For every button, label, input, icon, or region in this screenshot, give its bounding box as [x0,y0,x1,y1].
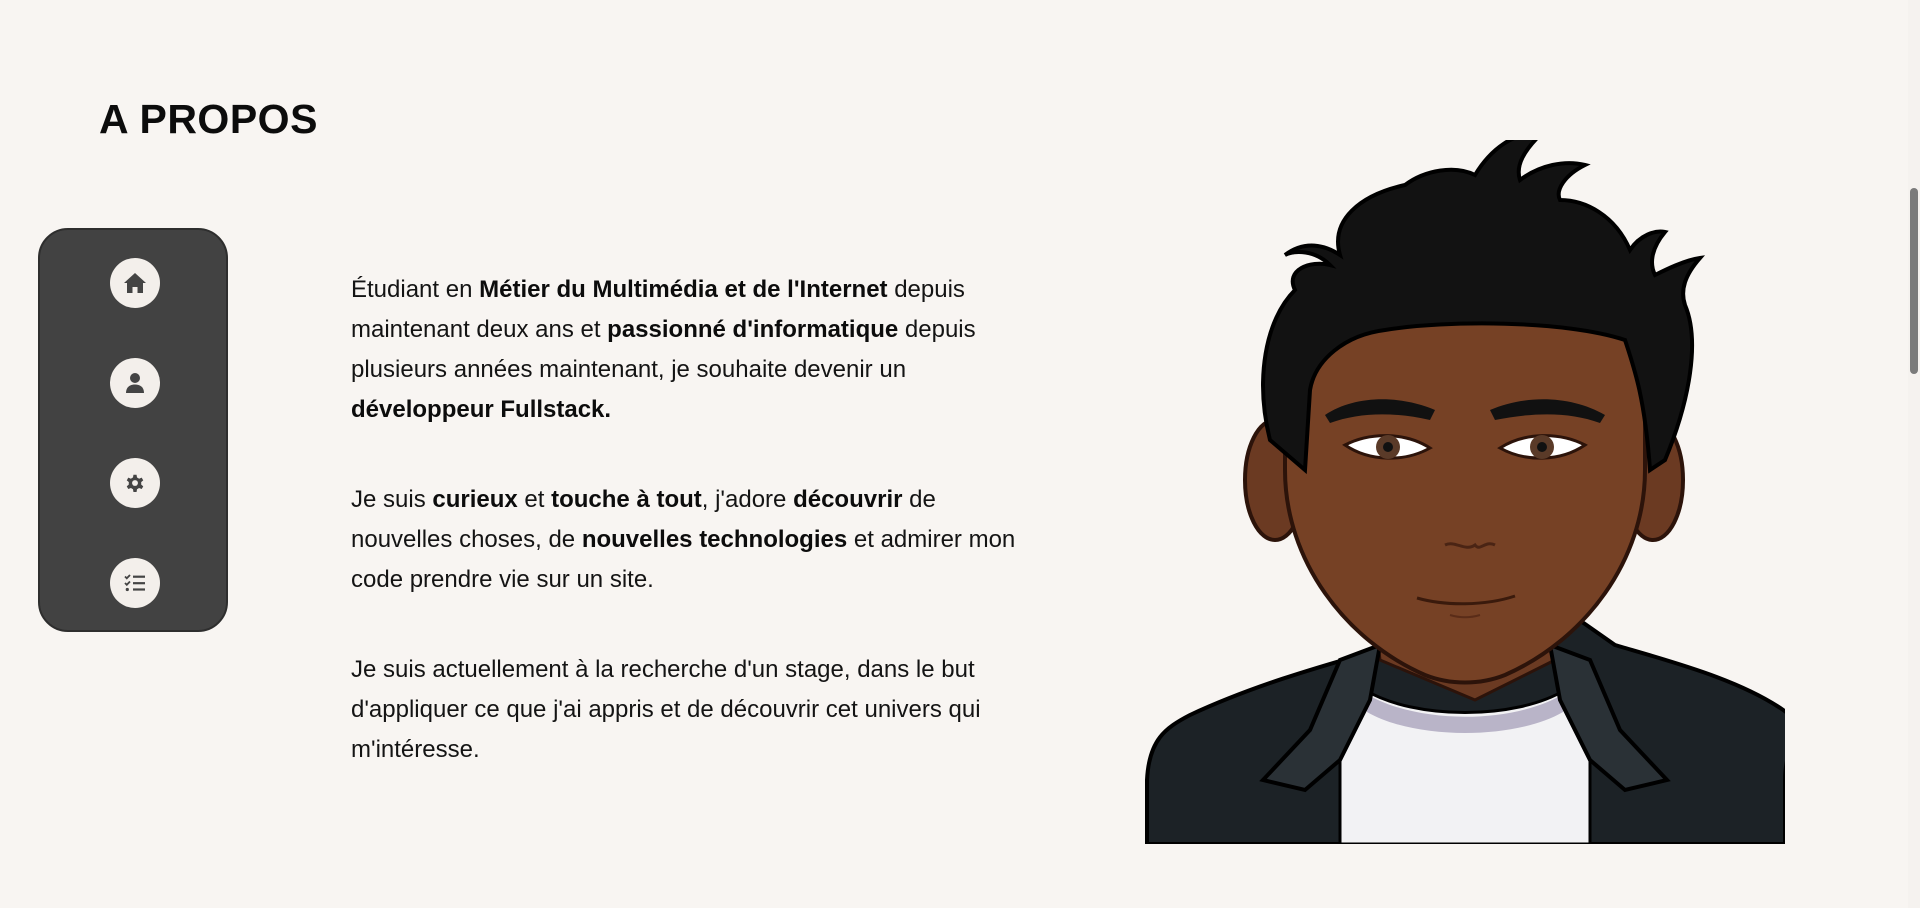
highlight: développeur Fullstack [351,396,605,423]
about-paragraph-1: Étudiant en Métier du Multimédia et de l… [351,270,1021,430]
text: Je suis actuellement à la recherche d'un… [351,656,981,763]
highlight: touche à tout [551,486,702,513]
about-paragraph-2: Je suis curieux et touche à tout, j'ador… [351,480,1021,600]
highlight: nouvelles technologies [581,526,848,553]
home-icon [124,273,146,293]
highlight: curieux [432,486,518,513]
highlight: Métier du Multimédia et de l'Internet [479,276,888,303]
text: , j'adore [701,486,794,513]
user-icon [126,373,144,393]
avatar-illustration [1145,140,1785,844]
nav-projects-button[interactable] [110,558,160,608]
highlight: découvrir [793,486,903,513]
nav-home-button[interactable] [110,258,160,308]
text: Je suis [351,486,433,513]
scrollbar-thumb[interactable] [1910,188,1918,374]
nav-skills-button[interactable] [110,458,160,508]
about-paragraph-3: Je suis actuellement à la recherche d'un… [351,650,1021,770]
section-title: A PROPOS [99,96,318,142]
gear-icon [126,474,144,492]
scrollbar[interactable] [1908,0,1920,908]
highlight: . [604,396,612,423]
checklist-icon [124,574,145,592]
about-page: A PROPOS Étudiant en Métier du Multimédi… [0,0,1920,908]
nav-about-button[interactable] [110,358,160,408]
text: et [517,486,552,513]
side-navigation [38,228,228,632]
text: Étudiant en [351,276,480,303]
highlight: passionné d'informatique [607,316,899,343]
about-text: Étudiant en Métier du Multimédia et de l… [351,270,1021,820]
